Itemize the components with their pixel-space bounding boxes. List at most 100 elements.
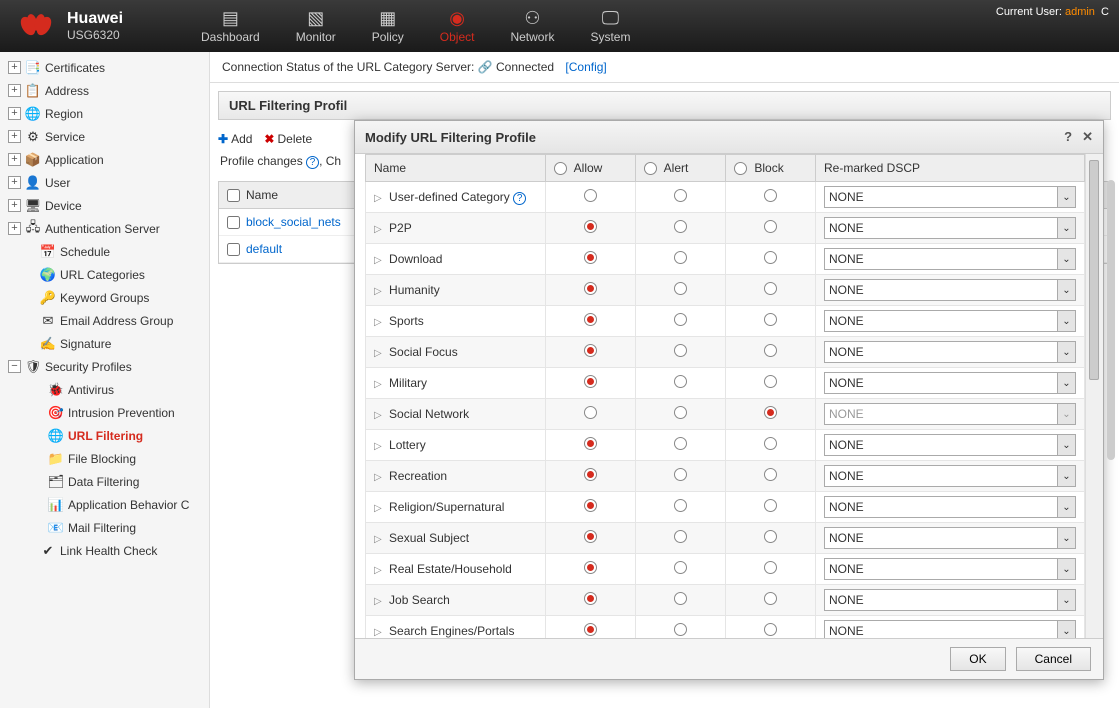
alert-radio[interactable] xyxy=(674,313,687,326)
col-alert[interactable]: Alert xyxy=(636,155,726,182)
chevron-right-icon[interactable]: ▷ xyxy=(374,224,382,235)
sidebar-item[interactable]: 📅Schedule xyxy=(0,240,209,263)
alert-radio[interactable] xyxy=(674,189,687,202)
sidebar-item[interactable]: +📑Certificates xyxy=(0,56,209,79)
expander-icon[interactable]: + xyxy=(8,130,21,143)
alert-radio[interactable] xyxy=(674,468,687,481)
dscp-select[interactable]: NONE⌄ xyxy=(824,310,1076,332)
chevron-right-icon[interactable]: ▷ xyxy=(374,534,382,545)
sidebar-item[interactable]: 📊Application Behavior C xyxy=(0,493,209,516)
alert-radio[interactable] xyxy=(674,344,687,357)
chevron-right-icon[interactable]: ▷ xyxy=(374,379,382,390)
block-radio[interactable] xyxy=(764,623,777,636)
sidebar-item[interactable]: +🖧Authentication Server xyxy=(0,217,209,240)
nav-tab-dashboard[interactable]: ▤Dashboard xyxy=(183,4,278,48)
nav-tab-system[interactable]: 🖵System xyxy=(572,4,648,48)
dscp-select[interactable]: NONE⌄ xyxy=(824,341,1076,363)
ok-button[interactable]: OK xyxy=(950,647,1005,671)
chevron-right-icon[interactable]: ▷ xyxy=(374,255,382,266)
chevron-right-icon[interactable]: ▷ xyxy=(374,410,382,421)
expander-icon[interactable]: + xyxy=(8,107,21,120)
sidebar-item[interactable]: 🗂Data Filtering xyxy=(0,470,209,493)
alert-radio[interactable] xyxy=(674,282,687,295)
sidebar-item[interactable]: +🖥Device xyxy=(0,194,209,217)
alert-radio[interactable] xyxy=(674,561,687,574)
sidebar-item[interactable]: +📦Application xyxy=(0,148,209,171)
expander-icon[interactable]: + xyxy=(8,153,21,166)
alert-radio[interactable] xyxy=(674,592,687,605)
block-radio[interactable] xyxy=(764,220,777,233)
allow-radio[interactable] xyxy=(584,282,597,295)
allow-radio[interactable] xyxy=(584,189,597,202)
dscp-select[interactable]: NONE⌄ xyxy=(824,217,1076,239)
allow-radio[interactable] xyxy=(584,592,597,605)
add-button[interactable]: ✚Add xyxy=(218,132,252,146)
dscp-select[interactable]: NONE⌄ xyxy=(824,465,1076,487)
dscp-select[interactable]: NONE⌄ xyxy=(824,496,1076,518)
alert-radio[interactable] xyxy=(674,375,687,388)
sidebar-item[interactable]: 🌍URL Categories xyxy=(0,263,209,286)
block-radio[interactable] xyxy=(764,499,777,512)
allow-radio[interactable] xyxy=(584,530,597,543)
dscp-select[interactable]: NONE⌄ xyxy=(824,589,1076,611)
sidebar-item[interactable]: +👤User xyxy=(0,171,209,194)
block-radio[interactable] xyxy=(764,468,777,481)
help-icon[interactable]: ? xyxy=(1064,129,1072,145)
sidebar-item[interactable]: 🌐URL Filtering xyxy=(0,424,209,447)
sidebar-item[interactable]: 📁File Blocking xyxy=(0,447,209,470)
allow-radio[interactable] xyxy=(584,437,597,450)
sidebar-item[interactable]: +⚙Service xyxy=(0,125,209,148)
alert-radio[interactable] xyxy=(674,220,687,233)
chevron-right-icon[interactable]: ▷ xyxy=(374,441,382,452)
alert-radio[interactable] xyxy=(674,499,687,512)
allow-radio[interactable] xyxy=(584,375,597,388)
block-radio[interactable] xyxy=(764,189,777,202)
sidebar-item[interactable]: ✔Link Health Check xyxy=(0,539,209,562)
page-scrollbar[interactable] xyxy=(1107,180,1115,460)
col-allow[interactable]: Allow xyxy=(546,155,636,182)
dscp-select[interactable]: NONE⌄ xyxy=(824,186,1076,208)
chevron-right-icon[interactable]: ▷ xyxy=(374,503,382,514)
alert-radio[interactable] xyxy=(674,406,687,419)
chevron-right-icon[interactable]: ▷ xyxy=(374,472,382,483)
sidebar-item[interactable]: ✉Email Address Group xyxy=(0,309,209,332)
dscp-select[interactable]: NONE⌄ xyxy=(824,434,1076,456)
expander-icon[interactable]: + xyxy=(8,84,21,97)
sidebar-item[interactable]: 📧Mail Filtering xyxy=(0,516,209,539)
chevron-right-icon[interactable]: ▷ xyxy=(374,627,382,638)
expander-icon[interactable]: + xyxy=(8,199,21,212)
block-radio[interactable] xyxy=(764,313,777,326)
allow-radio[interactable] xyxy=(584,561,597,574)
row-checkbox[interactable] xyxy=(227,216,240,229)
block-radio[interactable] xyxy=(764,561,777,574)
allow-radio[interactable] xyxy=(584,220,597,233)
allow-radio[interactable] xyxy=(584,344,597,357)
col-block[interactable]: Block xyxy=(726,155,816,182)
chevron-right-icon[interactable]: ▷ xyxy=(374,596,382,607)
sidebar-item[interactable]: 🐞Antivirus xyxy=(0,378,209,401)
block-radio[interactable] xyxy=(764,530,777,543)
dscp-select[interactable]: NONE⌄ xyxy=(824,403,1076,425)
nav-tab-network[interactable]: ⚇Network xyxy=(492,4,572,48)
block-radio[interactable] xyxy=(764,251,777,264)
help-icon[interactable]: ? xyxy=(306,156,319,169)
block-radio[interactable] xyxy=(764,406,777,419)
block-radio[interactable] xyxy=(764,282,777,295)
nav-tab-policy[interactable]: ▦Policy xyxy=(354,4,422,48)
sidebar-item[interactable]: +📋Address xyxy=(0,79,209,102)
row-checkbox[interactable] xyxy=(227,243,240,256)
alert-radio[interactable] xyxy=(674,530,687,543)
dscp-select[interactable]: NONE⌄ xyxy=(824,372,1076,394)
profile-link[interactable]: block_social_nets xyxy=(246,215,341,229)
nav-tab-monitor[interactable]: ▧Monitor xyxy=(278,4,354,48)
chevron-right-icon[interactable]: ▷ xyxy=(374,348,382,359)
allow-radio[interactable] xyxy=(584,623,597,636)
dscp-select[interactable]: NONE⌄ xyxy=(824,248,1076,270)
allow-radio[interactable] xyxy=(584,251,597,264)
dscp-select[interactable]: NONE⌄ xyxy=(824,527,1076,549)
chevron-right-icon[interactable]: ▷ xyxy=(374,317,382,328)
allow-radio[interactable] xyxy=(584,499,597,512)
help-icon[interactable]: ? xyxy=(513,192,526,205)
allow-radio[interactable] xyxy=(584,406,597,419)
alert-radio[interactable] xyxy=(674,437,687,450)
